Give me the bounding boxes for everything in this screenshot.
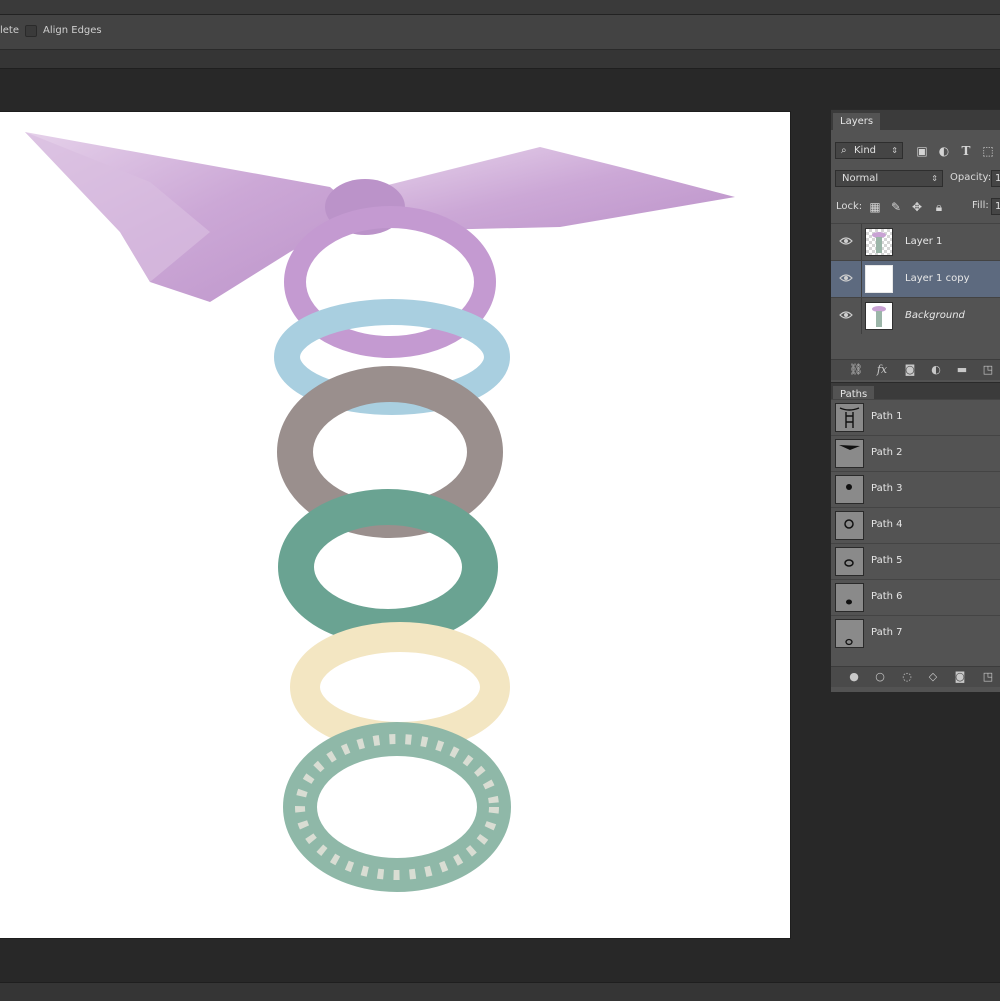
divider: [861, 261, 862, 297]
new-path-icon[interactable]: ◳: [981, 670, 995, 684]
layers-panel-footer: ⛓ fx ◙ ◐ ▬ ◳: [831, 359, 1000, 380]
align-edges-checkbox[interactable]: [25, 25, 37, 37]
shape-filter-icon[interactable]: ⬚: [981, 144, 995, 158]
path-thumbnail: [835, 403, 864, 432]
path-thumbnail: [835, 475, 864, 504]
fill-field[interactable]: 1: [991, 198, 1000, 215]
layer-row[interactable]: Layer 1: [831, 223, 1000, 260]
path-row[interactable]: Path 2: [831, 435, 1000, 471]
fill-label: Fill:: [972, 200, 989, 211]
path-row[interactable]: Path 5: [831, 543, 1000, 579]
path-row[interactable]: Path 6: [831, 579, 1000, 615]
document-canvas[interactable]: [0, 112, 790, 938]
layer-thumbnail: [865, 228, 893, 256]
blend-mode-select[interactable]: Normal ⇕: [835, 170, 943, 187]
document-tab-bar: [0, 50, 1000, 69]
make-work-path-icon[interactable]: ◇: [926, 670, 940, 684]
divider: [861, 298, 862, 334]
layer-name: Layer 1: [905, 236, 943, 247]
chevron-updown-icon: ⇕: [891, 146, 898, 155]
path-name: Path 1: [871, 411, 903, 422]
chevron-updown-icon: ⇕: [931, 174, 938, 183]
add-mask-icon[interactable]: ◙: [953, 670, 967, 684]
align-edges-label: Align Edges: [43, 25, 102, 36]
opacity-value: 1: [995, 173, 1000, 184]
adjustment-icon[interactable]: ◐: [929, 363, 943, 377]
mask-icon[interactable]: ◙: [903, 363, 917, 377]
path-row[interactable]: Path 7: [831, 615, 1000, 651]
path-name: Path 2: [871, 447, 903, 458]
folder-icon[interactable]: ▬: [955, 363, 969, 377]
eye-icon[interactable]: [839, 310, 853, 320]
fx-icon[interactable]: fx: [875, 363, 889, 377]
lock-all-icon[interactable]: 🔒︎: [932, 200, 946, 214]
lock-move-icon[interactable]: ✥: [910, 200, 924, 214]
layer-thumbnail: [865, 265, 893, 293]
path-name: Path 3: [871, 483, 903, 494]
blend-mode-value: Normal: [842, 173, 879, 184]
paths-panel: Paths Path 1 Path 2 Path 3 Path 4 Path 5…: [831, 382, 1000, 692]
app-title-strip: [0, 0, 1000, 15]
layers-panel: Layers ⌕ Kind ⇕ ▣ ◐ T ⬚ Normal ⇕ Opacity…: [831, 109, 1000, 382]
path-name: Path 4: [871, 519, 903, 530]
search-icon: ⌕: [841, 145, 847, 156]
layer-name: Background: [905, 310, 965, 321]
lock-label: Lock:: [836, 201, 863, 212]
path-row[interactable]: Path 3: [831, 471, 1000, 507]
option-delete-label[interactable]: lete: [0, 25, 19, 36]
lock-brush-icon[interactable]: ✎: [889, 200, 903, 214]
options-bar: lete Align Edges: [0, 15, 1000, 50]
layer-row[interactable]: Background: [831, 297, 1000, 334]
path-row[interactable]: Path 1: [831, 399, 1000, 435]
image-filter-icon[interactable]: ▣: [915, 144, 929, 158]
status-bar: [0, 982, 1000, 1001]
layer-name: Layer 1 copy: [905, 273, 970, 284]
path-thumbnail: [835, 583, 864, 612]
lock-transparent-icon[interactable]: ▦: [868, 200, 882, 214]
scrunchie-photo: [25, 132, 735, 892]
layer-filter-select[interactable]: ⌕ Kind ⇕: [835, 142, 903, 159]
path-name: Path 6: [871, 591, 903, 602]
layers-panel-tabs: Layers: [831, 109, 1000, 130]
path-name: Path 7: [871, 627, 903, 638]
path-thumbnail: [835, 547, 864, 576]
path-row[interactable]: Path 4: [831, 507, 1000, 543]
eye-icon[interactable]: [839, 273, 853, 283]
opacity-label: Opacity:: [950, 172, 992, 183]
path-thumbnail: [835, 619, 864, 648]
link-icon[interactable]: ⛓: [849, 363, 863, 377]
eye-icon[interactable]: [839, 236, 853, 246]
fill-value: 1: [995, 201, 1000, 212]
new-layer-icon[interactable]: ◳: [981, 363, 995, 377]
layer-filter-value: Kind: [854, 145, 877, 156]
paths-panel-footer: ● ○ ◌ ◇ ◙ ◳: [831, 666, 1000, 687]
opacity-field[interactable]: 1: [991, 170, 1000, 187]
layer-row-selected[interactable]: Layer 1 copy: [831, 260, 1000, 297]
divider: [861, 224, 862, 260]
adjustment-filter-icon[interactable]: ◐: [937, 144, 951, 158]
layer-thumbnail: [865, 302, 893, 330]
load-selection-icon[interactable]: ◌: [900, 670, 914, 684]
stroke-path-icon[interactable]: ○: [873, 670, 887, 684]
path-thumbnail: [835, 511, 864, 540]
type-filter-icon[interactable]: T: [959, 144, 973, 158]
path-thumbnail: [835, 439, 864, 468]
tab-layers[interactable]: Layers: [833, 113, 881, 130]
path-name: Path 5: [871, 555, 903, 566]
fill-path-icon[interactable]: ●: [847, 670, 861, 684]
